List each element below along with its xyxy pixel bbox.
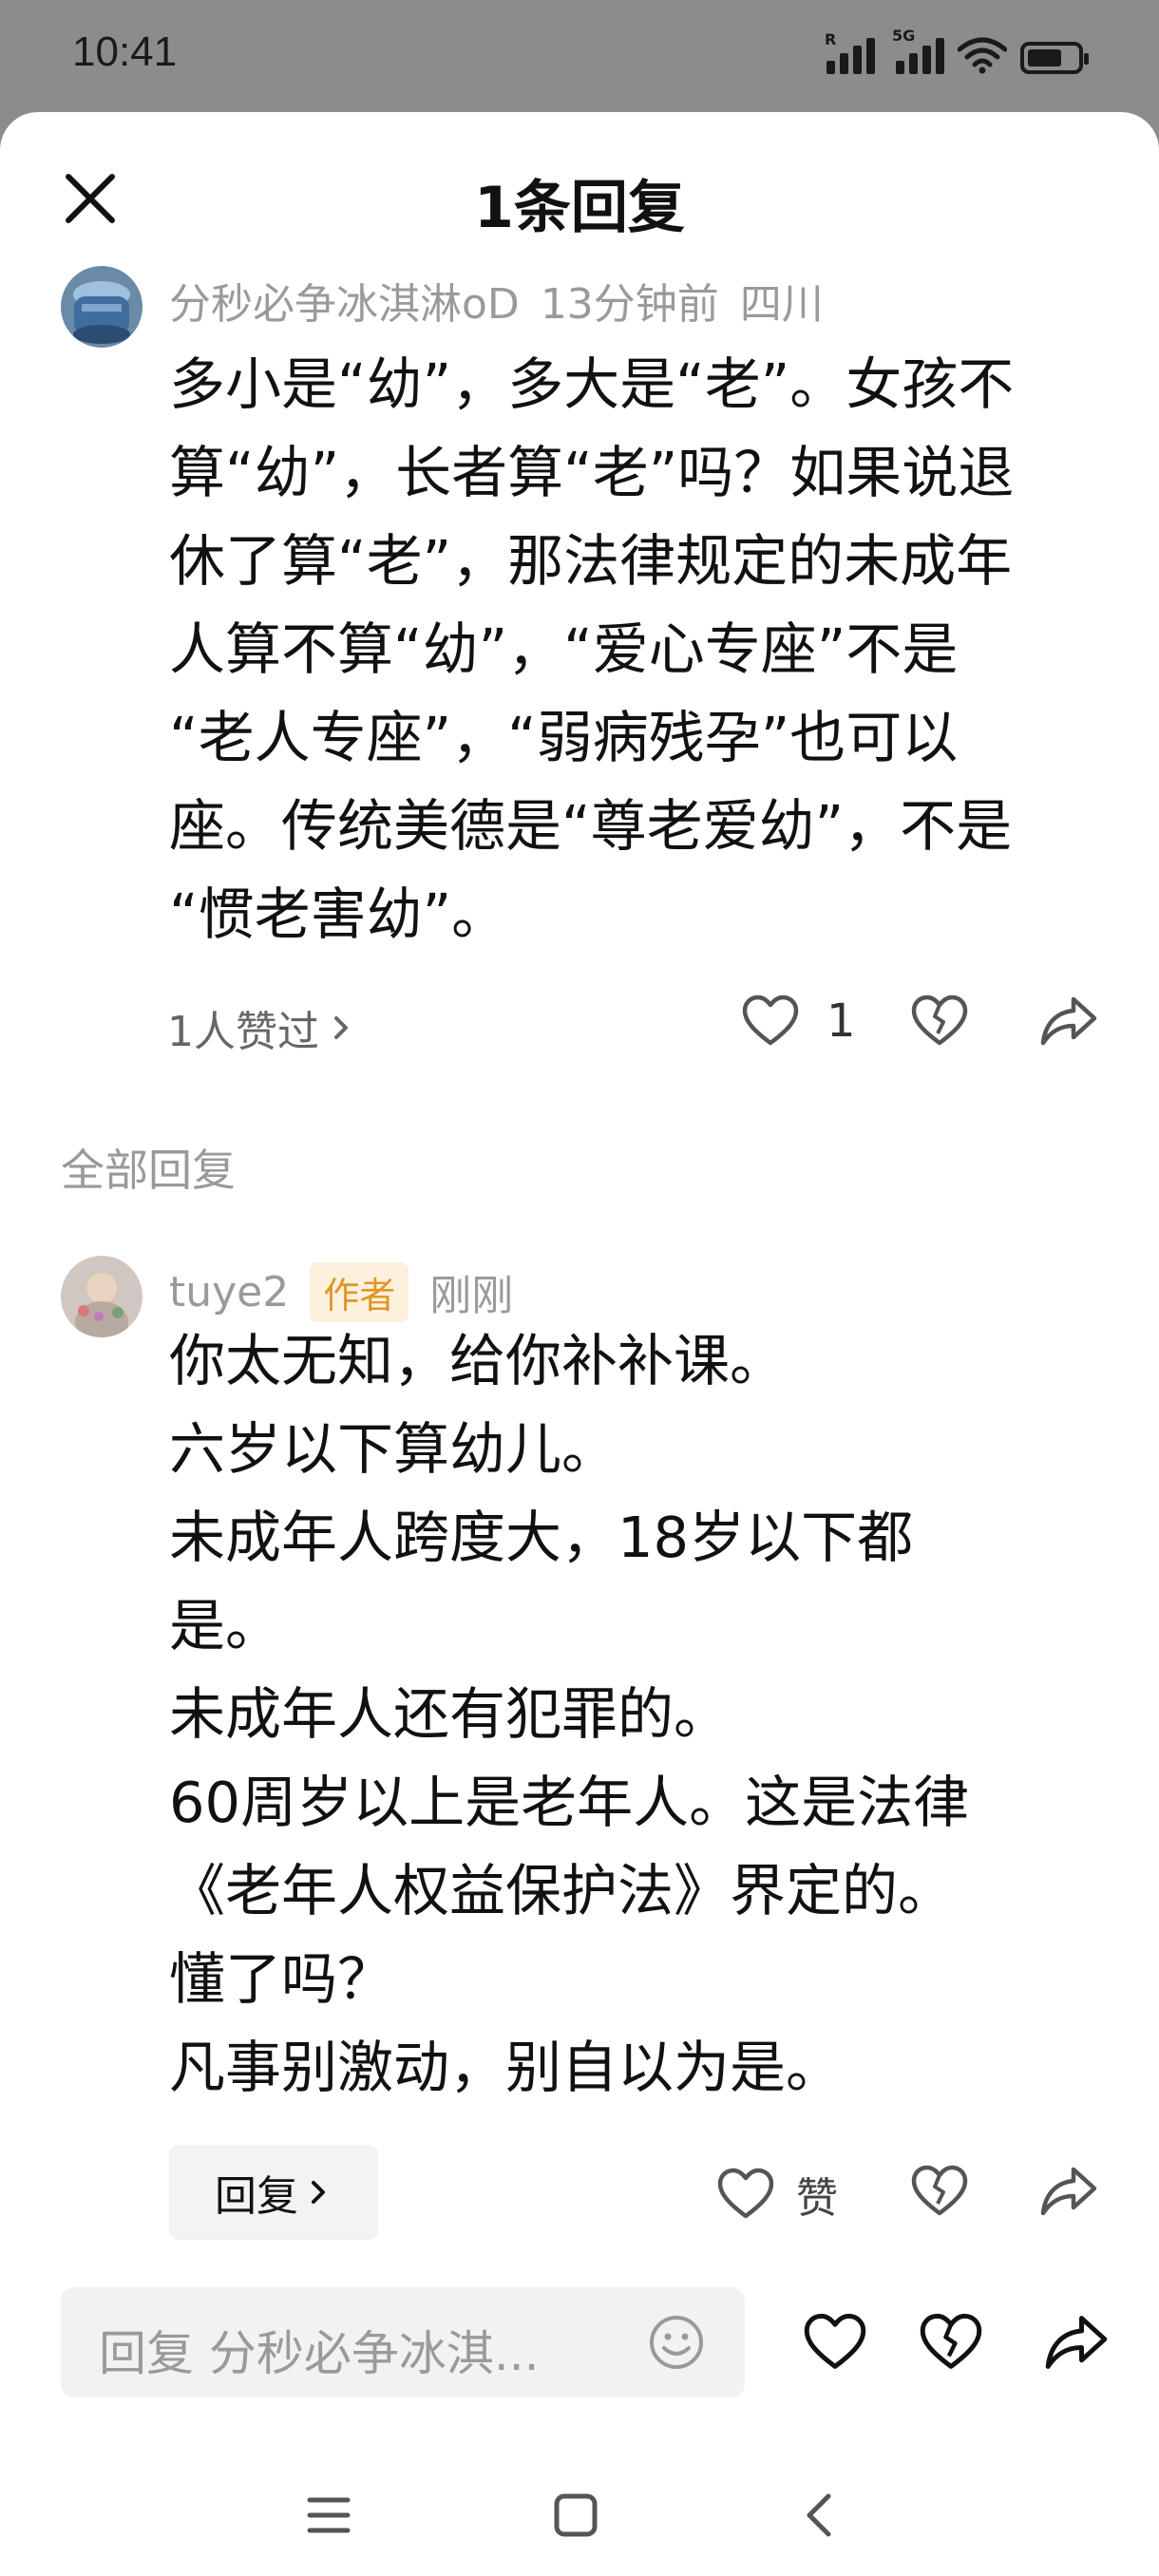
- section-title: 全部回复: [61, 1145, 236, 1196]
- likes-summary-text: 1人赞过: [167, 1008, 319, 1056]
- comment-meta: 分秒必争冰淇淋oD 13分钟前 四川: [169, 270, 845, 331]
- signal-roaming-tag: R: [825, 30, 837, 48]
- reply-time: 刚刚: [429, 1272, 514, 1320]
- status-icons: R 5G: [825, 27, 1089, 74]
- broken-heart-icon: [911, 2165, 968, 2216]
- chevron-right-icon: [312, 2181, 325, 2204]
- like-button[interactable]: 1: [741, 994, 856, 1049]
- reply-button-label: 回复: [215, 2172, 298, 2221]
- reply-button[interactable]: 回复: [169, 2145, 378, 2240]
- reply-like-label: 赞: [796, 2174, 838, 2223]
- home-icon[interactable]: [547, 2487, 604, 2544]
- system-nav-bar: [0, 2458, 1159, 2576]
- sheet-header: 1条回复: [0, 112, 1159, 283]
- reply-meta: tuye2 作者 刚刚: [169, 1261, 534, 1322]
- reply-dislike-button[interactable]: [910, 2164, 969, 2219]
- comment-line: 多小是“幼”，多大是“老”。女孩不: [169, 351, 1015, 417]
- heart-icon: [804, 2313, 866, 2369]
- reply-like-button[interactable]: 赞: [716, 2164, 838, 2225]
- like-count: 1: [826, 994, 856, 1048]
- reply-line: 是。: [169, 1593, 282, 1658]
- share-button[interactable]: [1039, 994, 1098, 1049]
- comment-time: 13分钟前: [540, 280, 719, 329]
- comment-line: 休了算“老”，那法律规定的未成年: [169, 528, 1013, 594]
- reply-line: 你太无知，给你补补课。: [169, 1328, 787, 1393]
- reply-sheet: 1条回复 分秒必争冰淇淋oD 13分钟前 四川 多小是“幼”，多大是“老”。女孩…: [0, 112, 1159, 2576]
- reply-line: 《老年人权益保护法》界定的。: [169, 1858, 955, 1923]
- reply-body: 你太无知，给你补补课。 六岁以下算幼儿。 未成年人跨度大，18岁以下都 是。 未…: [169, 1316, 969, 2112]
- reply-share-button[interactable]: [1039, 2164, 1098, 2219]
- broken-heart-icon: [920, 2313, 982, 2369]
- author-badge: 作者: [310, 1261, 409, 1322]
- menu-icon[interactable]: [300, 2487, 357, 2544]
- bottom-like-button[interactable]: [802, 2312, 868, 2373]
- reply-line: 未成年人跨度大，18岁以下都: [169, 1505, 914, 1570]
- comment-line: 人算不算“幼”，“爱心专座”不是: [169, 616, 959, 682]
- status-bar: 10:41 R 5G: [0, 0, 1159, 112]
- chevron-right-icon: [334, 1016, 348, 1039]
- broken-heart-icon: [911, 994, 968, 1046]
- comment-line: 座。传统美德是“尊老爱幼”，不是: [169, 793, 1013, 859]
- heart-icon: [742, 994, 799, 1046]
- emoji-icon[interactable]: [648, 2314, 705, 2371]
- avatar[interactable]: [61, 266, 142, 348]
- reply-line: 未成年人还有犯罪的。: [169, 1681, 731, 1747]
- reply-line: 懂了吗？: [169, 1946, 394, 2012]
- battery-icon: [1020, 42, 1089, 74]
- reply-input-placeholder: 回复 分秒必争冰淇...: [99, 2326, 540, 2381]
- reply-line: 六岁以下算幼儿。: [169, 1416, 618, 1482]
- reply-line: 60周岁以上是老年人。这是法律: [169, 1770, 970, 1835]
- signal-icon: R: [825, 30, 875, 74]
- signal-5g-icon: 5G: [892, 27, 944, 74]
- reply-username[interactable]: tuye2: [169, 1268, 289, 1316]
- comment-body: 多小是“幼”，多大是“老”。女孩不 算“幼”，长者算“老”吗？如果说退 休了算“…: [169, 340, 1014, 958]
- reply-line: 凡事别激动，别自以为是。: [169, 2035, 843, 2100]
- wifi-icon: [958, 37, 1007, 74]
- dislike-button[interactable]: [910, 994, 969, 1049]
- reply-input[interactable]: 回复 分秒必争冰淇...: [61, 2287, 745, 2397]
- bottom-share-button[interactable]: [1043, 2312, 1110, 2373]
- sheet-title: 1条回复: [474, 175, 685, 241]
- comment-username[interactable]: 分秒必争冰淇淋oD: [169, 270, 520, 331]
- bottom-dislike-button[interactable]: [918, 2312, 984, 2373]
- share-icon: [1045, 2316, 1108, 2369]
- likes-summary[interactable]: 1人赞过: [167, 997, 355, 1058]
- share-icon: [1040, 2167, 1097, 2216]
- comment-line: “老人专座”，“弱病残孕”也可以: [169, 705, 959, 770]
- avatar[interactable]: [61, 1256, 142, 1337]
- heart-icon: [717, 2168, 774, 2219]
- back-icon[interactable]: [792, 2487, 849, 2544]
- comment-line: 算“幼”，长者算“老”吗？如果说退: [169, 440, 1015, 505]
- status-time: 10:41: [72, 28, 178, 75]
- share-icon: [1040, 996, 1097, 1046]
- comment-location: 四川: [739, 280, 824, 329]
- comment-line: “惯老害幼”。: [169, 881, 508, 947]
- signal-5g-tag: 5G: [892, 27, 916, 45]
